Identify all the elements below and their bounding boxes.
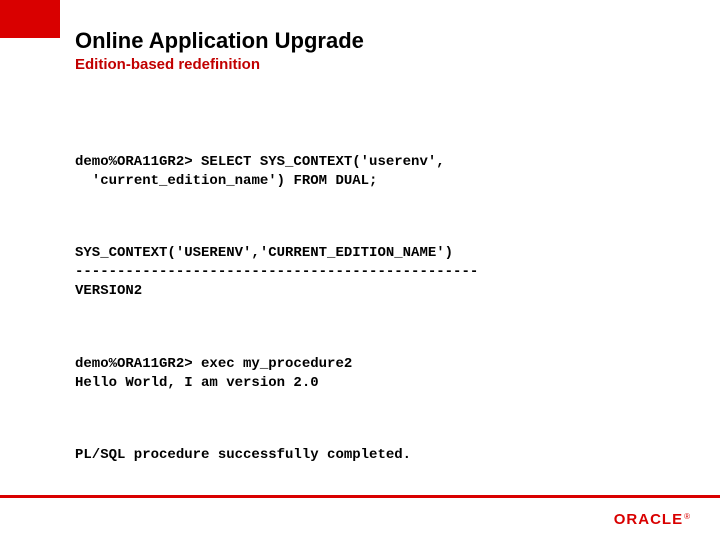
code-block-4: PL/SQL procedure successfully completed. (75, 446, 690, 465)
slide-title: Online Application Upgrade (75, 28, 690, 54)
slide-content: Online Application Upgrade Edition-based… (75, 28, 690, 519)
code-block-1: demo%ORA11GR2> SELECT SYS_CONTEXT('usere… (75, 153, 690, 191)
corner-accent-block (0, 0, 60, 38)
code-block-3: demo%ORA11GR2> exec my_procedure2 Hello … (75, 355, 690, 393)
brand-logo-text: ORACLE (614, 511, 683, 528)
code-block-2: SYS_CONTEXT('USERENV','CURRENT_EDITION_N… (75, 244, 690, 301)
slide-subtitle: Edition-based redefinition (75, 56, 690, 73)
code-listing: demo%ORA11GR2> SELECT SYS_CONTEXT('usere… (75, 115, 690, 519)
brand-logo: ORACLE ® (614, 511, 690, 528)
footer-divider (0, 495, 720, 498)
registered-mark: ® (684, 512, 690, 521)
